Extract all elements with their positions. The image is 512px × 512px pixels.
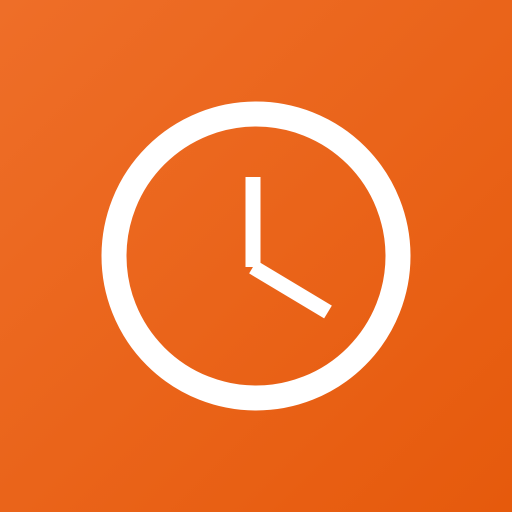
clock-icon bbox=[0, 0, 512, 512]
app-icon[interactable] bbox=[0, 0, 512, 512]
